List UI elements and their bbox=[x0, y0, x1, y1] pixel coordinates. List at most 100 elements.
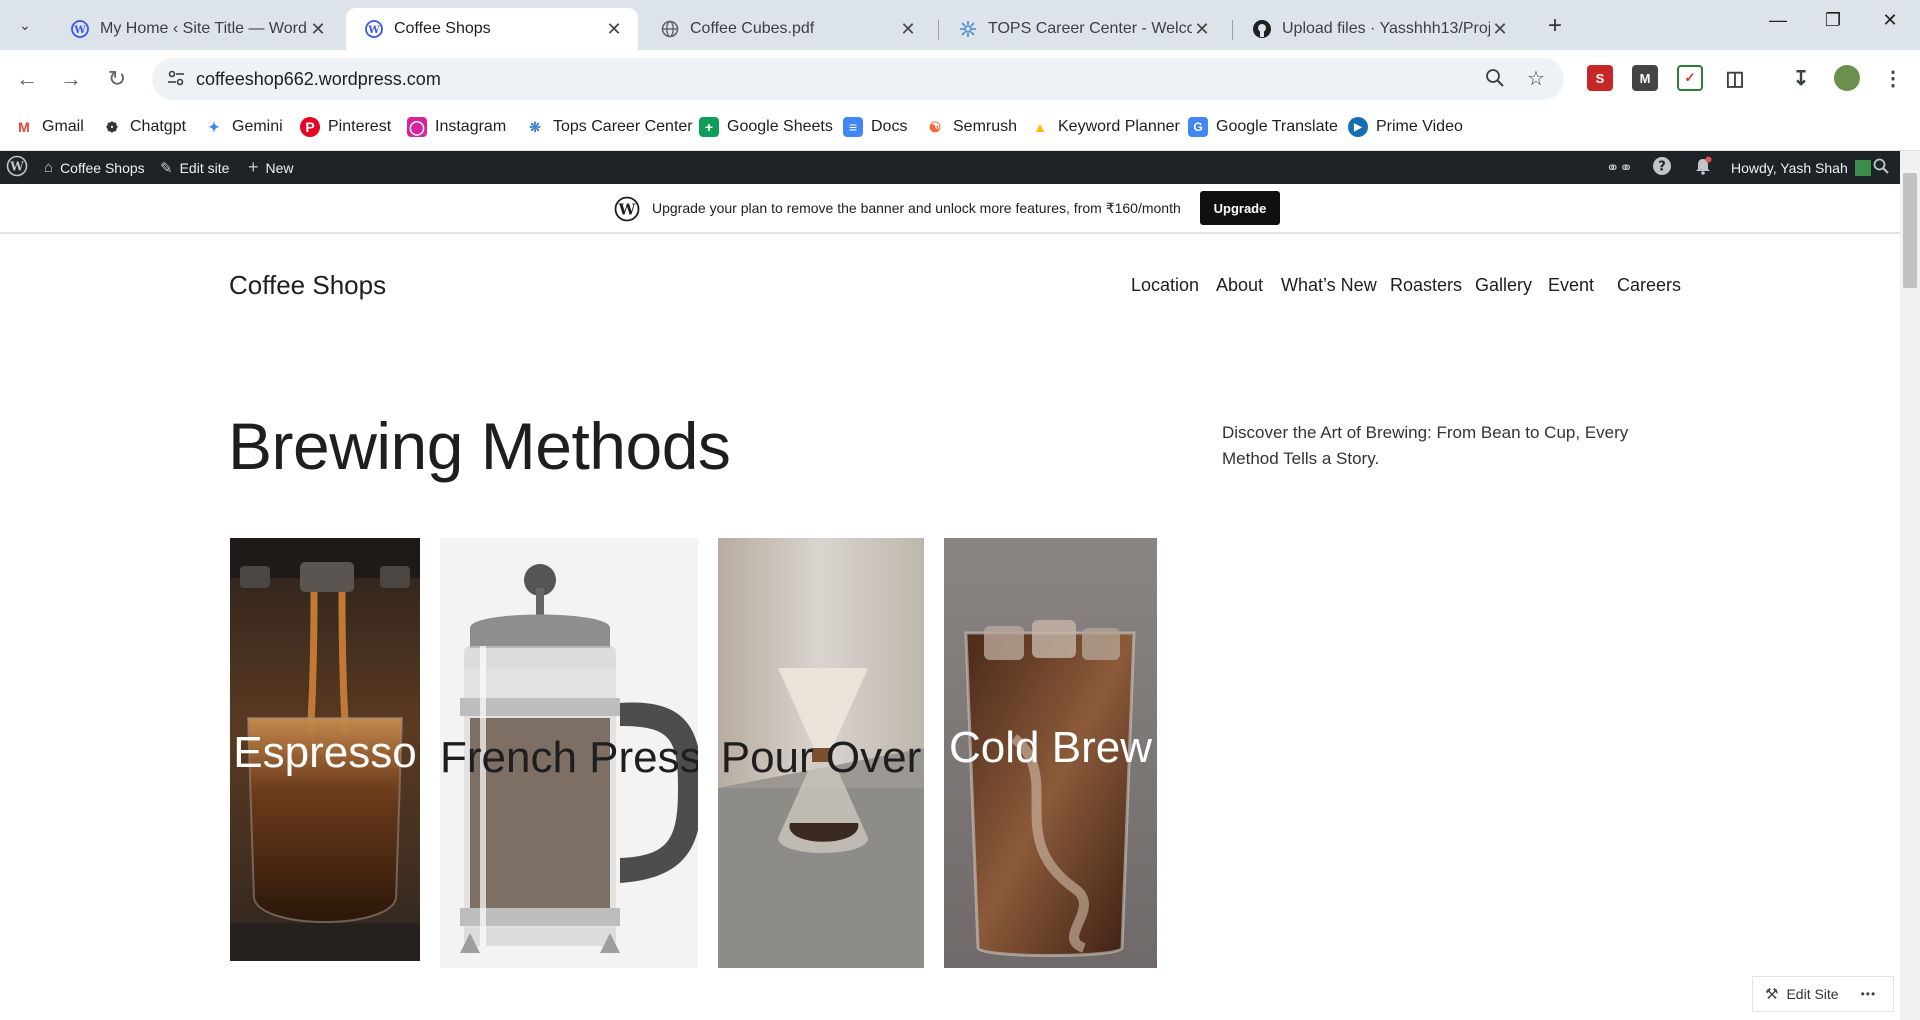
tops-icon bbox=[958, 19, 978, 39]
download-icon[interactable]: ↧ bbox=[1788, 65, 1814, 91]
bookmark-star-icon[interactable]: ☆ bbox=[1525, 68, 1547, 90]
reload-icon: ↻ bbox=[107, 66, 127, 91]
nav-item-event[interactable]: Event bbox=[1548, 275, 1594, 296]
github-icon bbox=[1252, 19, 1272, 39]
tab-strip: ⌄ W My Home ‹ Site Title — WordPr ✕ W Co… bbox=[0, 0, 1920, 50]
nav-item-careers[interactable]: Careers bbox=[1617, 275, 1681, 296]
tools-icon: ⚒ bbox=[1765, 986, 1779, 1003]
admin-edit-site-link[interactable]: ✎ Edit site bbox=[160, 151, 229, 184]
minimize-button[interactable]: — bbox=[1758, 10, 1798, 31]
bookmark-google-translate[interactable]: G Google Translate bbox=[1188, 117, 1338, 137]
bookmark-google-sheets[interactable]: + Google Sheets bbox=[699, 117, 833, 137]
pinterest-icon: P bbox=[300, 117, 320, 137]
wordpress-icon: W bbox=[364, 19, 384, 39]
close-window-button[interactable]: ✕ bbox=[1870, 10, 1910, 31]
close-icon[interactable]: ✕ bbox=[1490, 19, 1510, 40]
shield-extension-icon[interactable]: ✓ bbox=[1677, 65, 1703, 91]
help-button[interactable]: ? bbox=[1652, 151, 1672, 184]
tab-title: Coffee Shops bbox=[394, 20, 491, 37]
extensions-puzzle-icon[interactable]: ◫ bbox=[1722, 65, 1748, 91]
seo-extension-icon[interactable]: S bbox=[1587, 65, 1613, 91]
svg-text:W: W bbox=[618, 201, 637, 219]
method-card-pour-over[interactable]: Pour Over bbox=[718, 538, 924, 968]
method-label: Cold Brew bbox=[949, 723, 1152, 772]
wordpress-icon: W bbox=[70, 19, 90, 39]
notifications-button[interactable] bbox=[1693, 151, 1713, 184]
scrollbar-thumb[interactable] bbox=[1903, 173, 1917, 288]
nav-item-roasters[interactable]: Roasters bbox=[1390, 275, 1462, 296]
close-icon: ✕ bbox=[1882, 10, 1898, 30]
minimize-icon: — bbox=[1769, 10, 1787, 30]
bookmark-label: Prime Video bbox=[1376, 118, 1463, 135]
method-card-french-press[interactable]: French Press bbox=[440, 538, 698, 968]
url-text[interactable]: coffeeshop662.wordpress.com bbox=[196, 69, 441, 90]
method-label: French Press bbox=[440, 733, 698, 782]
close-icon[interactable]: ✕ bbox=[898, 19, 918, 40]
method-card-cold-brew[interactable]: Cold Brew bbox=[944, 538, 1157, 968]
bookmark-prime-video[interactable]: ▶ Prime Video bbox=[1348, 117, 1463, 137]
reader-button[interactable]: ⚭⚭ bbox=[1606, 151, 1640, 184]
bookmark-label: Gmail bbox=[42, 118, 84, 135]
back-button[interactable]: ← bbox=[12, 64, 42, 94]
upgrade-banner: W Upgrade your plan to remove the banner… bbox=[0, 184, 1900, 234]
edit-site-floating-button[interactable]: ⚒ Edit Site ••• bbox=[1752, 976, 1894, 1012]
wp-admin-bar: W ⌂ Coffee Shops ✎ Edit site + New ⚭⚭ ? … bbox=[0, 151, 1920, 184]
home-icon: ⌂ bbox=[44, 159, 54, 176]
admin-site-link[interactable]: ⌂ Coffee Shops bbox=[44, 151, 145, 184]
bookmark-pinterest[interactable]: P Pinterest bbox=[300, 117, 391, 137]
tab-coffee-shops[interactable]: W Coffee Shops ✕ bbox=[346, 8, 638, 50]
new-tab-button[interactable]: + bbox=[1540, 12, 1570, 40]
bookmark-instagram[interactable]: ◯ Instagram bbox=[407, 117, 506, 137]
forward-button[interactable]: → bbox=[56, 64, 86, 94]
nav-item-location[interactable]: Location bbox=[1131, 275, 1199, 296]
site-settings-icon[interactable] bbox=[166, 68, 186, 88]
brush-icon: ✎ bbox=[160, 159, 173, 177]
upgrade-button[interactable]: Upgrade bbox=[1200, 191, 1280, 225]
bookmark-semrush[interactable]: ☯ Semrush bbox=[925, 117, 1017, 137]
bookmark-label: Google Sheets bbox=[727, 118, 833, 135]
admin-search-button[interactable] bbox=[1873, 151, 1889, 184]
kebab-menu-icon[interactable]: ⋮ bbox=[1880, 65, 1906, 91]
tab-github-upload[interactable]: Upload files · Yasshhh13/Projec ✕ bbox=[1234, 8, 1524, 50]
search-icon bbox=[1873, 158, 1889, 177]
nav-item-whats-new[interactable]: What’s New bbox=[1281, 275, 1377, 296]
nav-item-about[interactable]: About bbox=[1216, 275, 1263, 296]
admin-new-link[interactable]: + New bbox=[248, 151, 294, 184]
tab-tops-career-center[interactable]: TOPS Career Center - Welcome ✕ bbox=[940, 8, 1226, 50]
browser-toolbar: ← → ↻ coffeeshop662.wordpress.com ☆ S M … bbox=[0, 50, 1920, 108]
bookmark-tops-career-center[interactable]: ❋ Tops Career Center bbox=[525, 117, 693, 137]
svg-text:?: ? bbox=[1658, 160, 1666, 175]
address-bar[interactable]: coffeeshop662.wordpress.com ☆ bbox=[152, 58, 1564, 100]
close-icon[interactable]: ✕ bbox=[308, 19, 328, 40]
zoom-icon[interactable] bbox=[1484, 68, 1506, 90]
nav-item-gallery[interactable]: Gallery bbox=[1475, 275, 1532, 296]
close-icon[interactable]: ✕ bbox=[1192, 19, 1212, 40]
avatar bbox=[1854, 159, 1871, 176]
bookmark-chatgpt[interactable]: ❁ Chatgpt bbox=[102, 117, 186, 137]
edit-site-label: Edit Site bbox=[1786, 986, 1839, 1002]
close-icon[interactable]: ✕ bbox=[604, 19, 624, 40]
admin-edit-site-label: Edit site bbox=[179, 159, 230, 176]
m-extension-icon[interactable]: M bbox=[1632, 65, 1658, 91]
tab-my-home[interactable]: W My Home ‹ Site Title — WordPr ✕ bbox=[52, 8, 342, 50]
ads-icon: ▲ bbox=[1033, 119, 1047, 135]
account-menu[interactable]: Howdy, Yash Shah bbox=[1731, 151, 1871, 184]
howdy-label: Howdy, Yash Shah bbox=[1731, 159, 1848, 176]
bookmark-docs[interactable]: ≡ Docs bbox=[843, 117, 907, 137]
tab-coffee-cubes-pdf[interactable]: Coffee Cubes.pdf ✕ bbox=[642, 8, 932, 50]
bookmark-gemini[interactable]: ✦ Gemini bbox=[204, 117, 283, 137]
profile-avatar[interactable] bbox=[1834, 65, 1860, 91]
more-options-icon[interactable]: ••• bbox=[1861, 987, 1877, 1001]
restore-button[interactable]: ❐ bbox=[1813, 10, 1853, 31]
method-card-espresso[interactable]: Espresso bbox=[230, 538, 420, 961]
wp-logo-menu[interactable]: W bbox=[6, 151, 28, 184]
site-title[interactable]: Coffee Shops bbox=[229, 270, 386, 301]
bookmark-keyword-planner[interactable]: ▲ Keyword Planner bbox=[1030, 117, 1180, 137]
glasses-icon: ⚭⚭ bbox=[1606, 159, 1633, 177]
bookmark-gmail[interactable]: M Gmail bbox=[14, 117, 84, 137]
tab-search-button[interactable]: ⌄ bbox=[10, 10, 40, 40]
bookmark-label: Google Translate bbox=[1216, 118, 1338, 135]
bell-icon bbox=[1693, 156, 1713, 179]
wordpress-icon: W bbox=[6, 155, 28, 180]
reload-button[interactable]: ↻ bbox=[102, 64, 132, 94]
